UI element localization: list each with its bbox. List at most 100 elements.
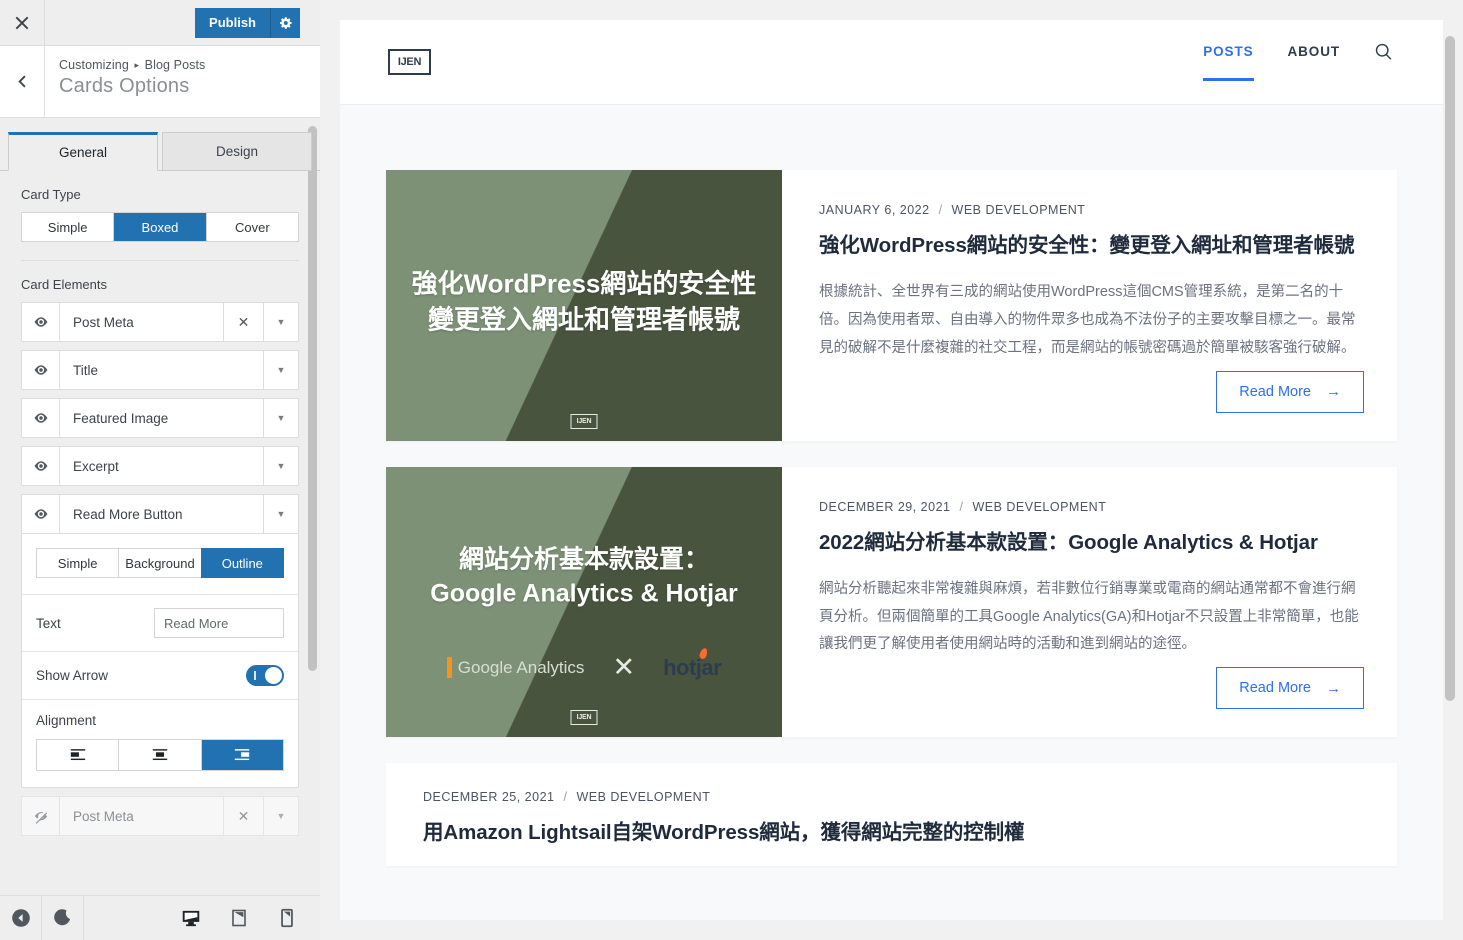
featured-image-logo: IJEN	[570, 710, 598, 726]
close-icon	[15, 16, 29, 29]
read-more-button[interactable]: Read More →	[1216, 667, 1364, 710]
featured-image-title-line-2: Google Analytics & Hotjar	[430, 580, 738, 609]
post-card-body: DECEMBER 25, 2021 / WEB DEVELOPMENT 用Ama…	[386, 763, 1397, 866]
read-more-wrap: Read More →	[819, 370, 1364, 413]
card-type-option-simple[interactable]: Simple	[22, 213, 115, 241]
read-more-style-segmented-control: Simple Background Outline	[36, 548, 284, 578]
nav-item-posts[interactable]: POSTS	[1203, 44, 1254, 81]
visibility-toggle-eye-icon[interactable]	[22, 351, 60, 389]
desktop-preview-button[interactable]	[172, 896, 210, 940]
chevron-down-icon[interactable]: ▼	[264, 447, 298, 485]
card-element-row-post-meta-hidden[interactable]: Post Meta ✕ ▼	[21, 796, 299, 836]
site-logo[interactable]: IJEN	[388, 49, 431, 75]
post-title[interactable]: 2022網站分析基本款設置：Google Analytics & Hotjar	[819, 528, 1364, 557]
mobile-preview-button[interactable]	[268, 896, 306, 940]
card-element-row-featured-image[interactable]: Featured Image ▼	[21, 398, 299, 438]
visibility-toggle-eye-off-icon[interactable]	[22, 797, 60, 835]
align-right-icon	[235, 749, 250, 761]
read-more-button[interactable]: Read More →	[1216, 370, 1364, 413]
collapse-sidebar-button[interactable]	[0, 896, 42, 940]
read-more-text-input[interactable]	[154, 608, 284, 638]
customizer-sidebar: Publish Customizing ▸ Blog Posts Cards O…	[0, 0, 320, 940]
featured-image-brands: Google Analytics ✕ hotjar	[386, 647, 782, 681]
post-meta-separator: /	[563, 790, 568, 805]
tab-design[interactable]: Design	[162, 132, 312, 171]
card-element-row-read-more-button[interactable]: Read More Button ▼	[21, 494, 299, 534]
show-arrow-toggle[interactable]	[246, 665, 284, 686]
card-elements-label: Card Elements	[21, 277, 107, 292]
chevron-down-icon[interactable]: ▼	[264, 399, 298, 437]
card-type-option-boxed[interactable]: Boxed	[114, 213, 207, 241]
post-title[interactable]: 用Amazon Lightsail自架WordPress網站，獲得網站完整的控制…	[423, 818, 1364, 847]
read-more-style-simple[interactable]: Simple	[36, 548, 119, 578]
moon-icon	[53, 909, 70, 926]
search-button[interactable]	[1374, 42, 1393, 83]
publish-button[interactable]: Publish	[195, 7, 270, 38]
visibility-toggle-eye-icon[interactable]	[22, 447, 60, 485]
preview-scrollbar[interactable]	[1445, 20, 1455, 920]
chevron-down-icon[interactable]: ▼	[264, 797, 298, 835]
card-type-option-cover[interactable]: Cover	[206, 213, 298, 241]
customizer-topbar: Publish	[0, 0, 320, 46]
post-card[interactable]: 強化WordPress網站的安全性 變更登入網址和管理者帳號 IJEN JANU…	[386, 170, 1397, 441]
post-card-body: JANUARY 6, 2022 / WEB DEVELOPMENT 強化Word…	[782, 170, 1397, 441]
post-title[interactable]: 強化WordPress網站的安全性：變更登入網址和管理者帳號	[819, 231, 1364, 260]
visibility-toggle-eye-icon[interactable]	[22, 495, 60, 533]
dark-mode-button[interactable]	[42, 896, 84, 940]
breadcrumb-section[interactable]: Blog Posts	[145, 58, 206, 72]
featured-image-title: 網站分析基本款設置： Google Analytics & Hotjar	[386, 543, 782, 612]
chevron-down-icon[interactable]: ▼	[264, 351, 298, 389]
post-meta-separator: /	[959, 499, 964, 514]
chevron-down-icon[interactable]: ▼	[264, 303, 298, 341]
card-element-row-excerpt[interactable]: Excerpt ▼	[21, 446, 299, 486]
mobile-preview-icon	[281, 908, 293, 928]
nav-item-about[interactable]: ABOUT	[1288, 44, 1341, 81]
site-preview-frame: IJEN POSTS ABOUT 強化WordPress網站的安全性 變更登入網…	[340, 20, 1443, 920]
device-preview-group	[172, 896, 320, 940]
featured-image[interactable]: 網站分析基本款設置： Google Analytics & Hotjar Goo…	[386, 466, 782, 738]
back-button[interactable]	[0, 46, 45, 117]
post-card[interactable]: 網站分析基本款設置： Google Analytics & Hotjar Goo…	[386, 466, 1397, 738]
align-left-icon	[70, 749, 85, 761]
customizer-settings-button[interactable]	[270, 7, 300, 38]
visibility-toggle-eye-icon[interactable]	[22, 399, 60, 437]
gear-icon	[279, 16, 292, 29]
post-category[interactable]: WEB DEVELOPMENT	[576, 790, 710, 804]
chevron-up-icon[interactable]: ▼	[264, 495, 298, 533]
featured-image-title: 強化WordPress網站的安全性 變更登入網址和管理者帳號	[386, 267, 782, 339]
google-analytics-logo: Google Analytics	[446, 657, 584, 679]
card-element-row-title[interactable]: Title ▼	[21, 350, 299, 390]
read-more-wrap: Read More →	[819, 667, 1364, 710]
featured-image[interactable]: 強化WordPress網站的安全性 變更登入網址和管理者帳號 IJEN	[386, 170, 782, 441]
footer-spacer	[84, 896, 172, 940]
close-customizer-button[interactable]	[0, 0, 45, 45]
align-left-button[interactable]	[37, 740, 120, 770]
read-more-style-outline[interactable]: Outline	[200, 548, 284, 578]
breadcrumb-separator: ▸	[134, 60, 140, 70]
arrow-right-icon: →	[1326, 679, 1341, 697]
post-category[interactable]: WEB DEVELOPMENT	[952, 203, 1086, 217]
align-right-button[interactable]	[201, 740, 283, 770]
preview-scrollbar-thumb[interactable]	[1445, 36, 1455, 701]
align-center-button[interactable]	[119, 740, 202, 770]
card-element-row-post-meta[interactable]: Post Meta ✕ ▼	[21, 302, 299, 342]
read-more-style-row: Simple Background Outline	[22, 534, 298, 595]
remove-element-button[interactable]: ✕	[224, 797, 264, 835]
visibility-toggle-eye-icon[interactable]	[22, 303, 60, 341]
hotjar-logo: hotjar	[663, 647, 722, 681]
sidebar-scrollbar-thumb[interactable]	[308, 126, 317, 671]
tab-general[interactable]: General	[8, 132, 158, 171]
options-tabs: General Design	[0, 118, 320, 171]
collapse-sidebar-icon	[11, 909, 30, 927]
sidebar-scrollbar[interactable]	[308, 118, 317, 895]
read-more-style-background[interactable]: Background	[118, 548, 201, 578]
tablet-preview-button[interactable]	[220, 896, 258, 940]
breadcrumb-root[interactable]: Customizing	[59, 58, 129, 72]
card-elements-list: Post Meta ✕ ▼ Title ▼ Featured Image ▼ E…	[0, 302, 320, 836]
site-navigation: POSTS ABOUT	[1203, 42, 1393, 83]
post-date: DECEMBER 25, 2021	[423, 790, 555, 805]
post-card[interactable]: DECEMBER 25, 2021 / WEB DEVELOPMENT 用Ama…	[386, 763, 1397, 867]
remove-element-button[interactable]: ✕	[224, 303, 264, 341]
post-category[interactable]: WEB DEVELOPMENT	[972, 500, 1106, 514]
post-excerpt: 網站分析聽起來非常複雜與麻煩，若非數位行銷專業或電商的網站通常都不會進行網頁分析…	[819, 580, 1359, 653]
